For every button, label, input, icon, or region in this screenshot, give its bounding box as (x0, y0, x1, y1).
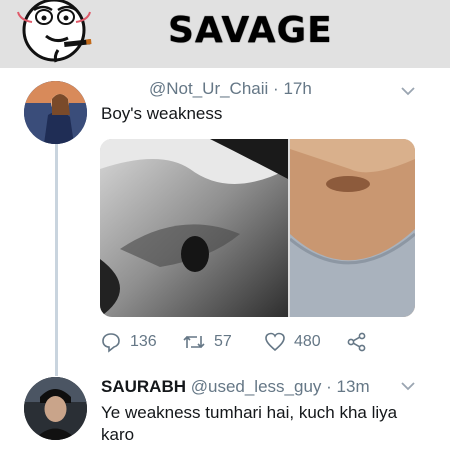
media-photo-left (100, 139, 288, 317)
reply-meta: SAURABH @used_less_guy · 13m (101, 377, 370, 397)
avatar[interactable] (24, 81, 87, 144)
heart-icon (265, 332, 285, 352)
reply-handle[interactable]: @used_less_guy (191, 377, 322, 396)
reply-icon (102, 333, 120, 353)
tweet-time[interactable]: 17h (283, 79, 311, 98)
smoking-smirk-face-icon (17, 0, 92, 63)
tweet-handle[interactable]: @Not_Ur_Chaii (149, 79, 268, 98)
meme-banner: SAVAGE (0, 0, 450, 68)
chevron-down-icon[interactable] (400, 381, 416, 391)
retweet-icon (183, 335, 205, 349)
like-count: 480 (294, 333, 321, 350)
reply-text: Ye weakness tumhari hai, kuch kha liya k… (101, 403, 398, 444)
retweet-count: 57 (214, 333, 232, 350)
retweet-action[interactable]: 57 (182, 331, 232, 353)
reply-time[interactable]: 13m (337, 377, 370, 396)
chevron-down-icon[interactable] (400, 86, 416, 96)
reply-display-name[interactable]: SAURABH (101, 377, 186, 396)
tweet-text: Boy's weakness (101, 104, 223, 123)
meta-separator: · (273, 79, 279, 98)
share-icon (347, 332, 366, 352)
avatar[interactable] (24, 377, 87, 440)
reply-count: 136 (130, 333, 157, 350)
banner-title: SAVAGE (168, 10, 333, 51)
reply-action[interactable]: 136 (100, 331, 157, 353)
profile-photo-icon (24, 81, 87, 144)
profile-photo-icon (24, 377, 87, 440)
tweet-actions: 136 57 480 (100, 331, 400, 353)
tweet-meta: @Not_Ur_Chaii · 17h (149, 79, 312, 99)
tweet-media[interactable] (100, 139, 415, 317)
share-action[interactable] (346, 331, 368, 353)
thread-connector-line (55, 142, 58, 376)
media-photo-right (290, 139, 415, 317)
like-action[interactable]: 480 (264, 331, 321, 353)
meta-separator: · (326, 377, 332, 396)
